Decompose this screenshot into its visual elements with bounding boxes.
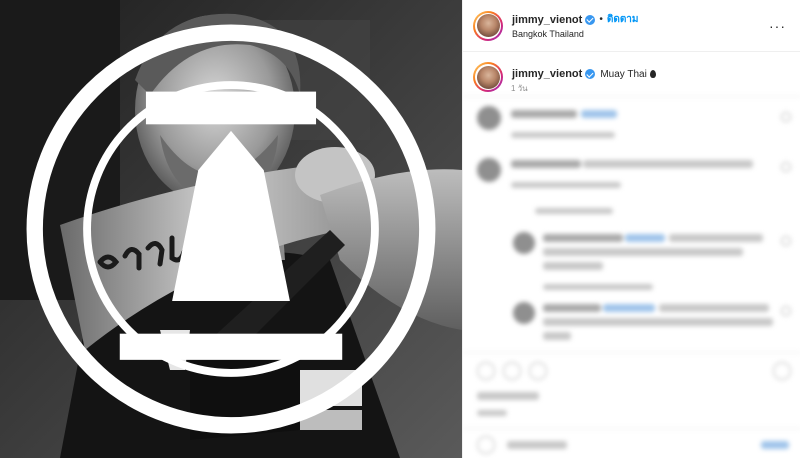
post-header-text: jimmy_vienot • ติดตาม Bangkok Thailand — [512, 12, 639, 40]
reply-avatar — [513, 302, 535, 324]
reply-avatar — [513, 232, 535, 254]
verified-badge-icon — [585, 14, 596, 25]
comment-avatar — [477, 106, 501, 130]
post-side-panel: jimmy_vienot • ติดตาม Bangkok Thailand ·… — [462, 0, 800, 458]
instagram-post-view: jimmy_vienot • ติดตาม Bangkok Thailand ·… — [0, 0, 800, 458]
caption-avatar[interactable] — [473, 62, 503, 92]
comments-blurred-area — [463, 96, 800, 458]
caption-username-link[interactable]: jimmy_vienot — [512, 68, 582, 80]
avatar[interactable] — [473, 10, 503, 41]
post-photo[interactable] — [0, 0, 462, 458]
stadium-logo — [26, 24, 436, 434]
username-link[interactable]: jimmy_vienot — [512, 14, 582, 26]
location-link[interactable]: Bangkok Thailand — [512, 29, 639, 39]
verified-badge-icon — [585, 69, 596, 79]
caption-text: Muay Thai — [600, 68, 647, 80]
dot-separator: • — [599, 14, 603, 25]
follow-button[interactable]: ติดตาม — [607, 12, 639, 27]
fire-icon — [649, 70, 656, 78]
comment-avatar — [477, 158, 501, 182]
more-options-icon[interactable]: ··· — [769, 18, 786, 34]
post-header: jimmy_vienot • ติดตาม Bangkok Thailand ·… — [463, 0, 800, 52]
caption-timestamp: 1 วัน — [511, 84, 528, 93]
